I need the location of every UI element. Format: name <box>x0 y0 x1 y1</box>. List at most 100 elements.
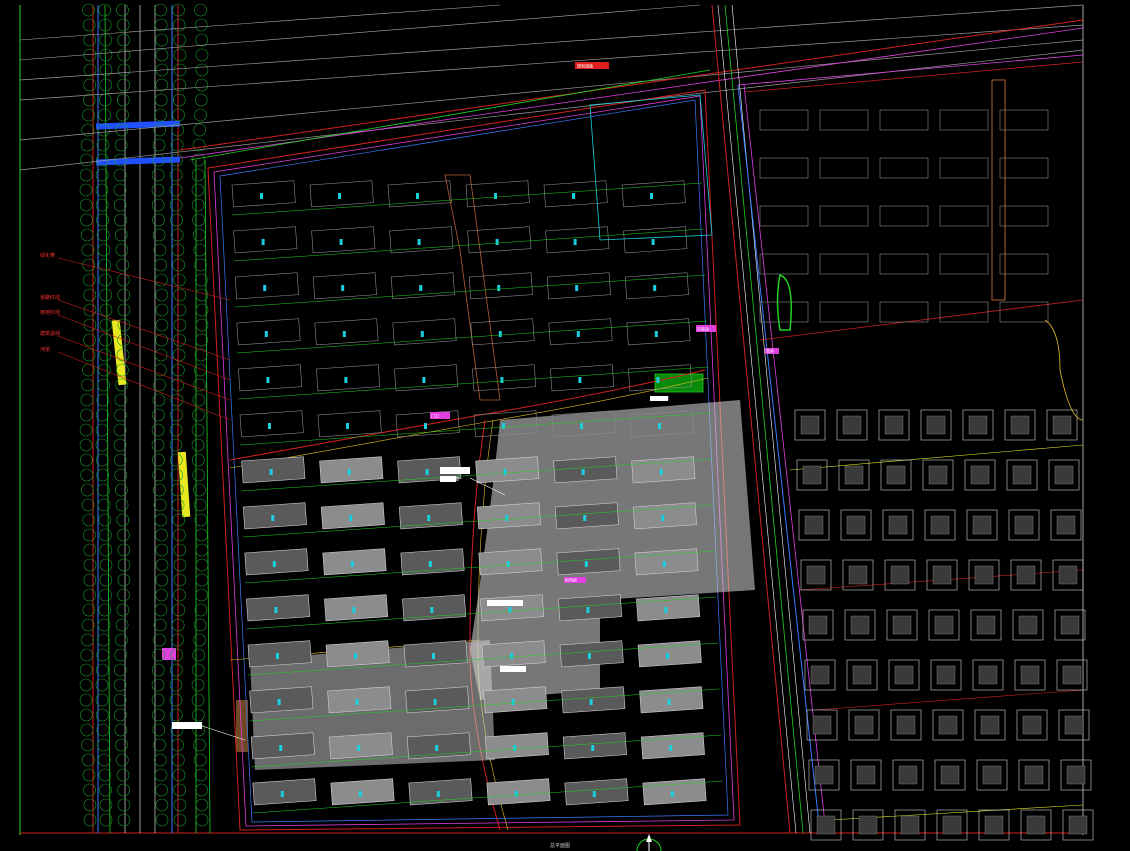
unit-entrance-marker <box>670 791 674 797</box>
unit-entrance-marker <box>433 699 437 705</box>
villa-core <box>936 665 956 685</box>
villa-core <box>982 765 1002 785</box>
building-footprint <box>402 594 467 622</box>
villa-core <box>1016 565 1036 585</box>
villa-core <box>850 615 870 635</box>
unit-entrance-marker <box>661 515 665 521</box>
villa-core <box>856 765 876 785</box>
building-footprint <box>400 548 465 576</box>
unit-entrance-marker <box>497 285 501 291</box>
villa-core <box>808 615 828 635</box>
villa-core <box>1058 565 1078 585</box>
white-tag-5: 地下车库 <box>651 395 669 402</box>
building-footprint <box>483 686 548 714</box>
white-tag-2: 主出入口 <box>489 600 507 607</box>
building-footprint <box>249 686 314 714</box>
villa-core <box>1024 765 1044 785</box>
unit-entrance-marker <box>664 607 668 613</box>
unit-entrance-marker <box>338 193 341 199</box>
cad-site-plan-canvas: 绿化带 道路红线 用地红线 建筑退线 河道 出入口 消防通道 主出入口 停车场 … <box>0 0 1130 851</box>
callout-label-3: 建筑退线 <box>40 330 60 337</box>
unit-entrance-marker <box>354 653 357 659</box>
villa-core <box>852 665 872 685</box>
unit-entrance-marker <box>416 193 419 199</box>
unit-entrance-marker <box>666 653 669 659</box>
unit-entrance-marker <box>503 469 507 475</box>
unit-entrance-marker <box>280 791 284 797</box>
villa-core <box>890 565 910 585</box>
unit-entrance-marker <box>508 607 512 613</box>
unit-entrance-marker <box>514 791 518 797</box>
unit-entrance-marker <box>589 699 593 705</box>
villa-core <box>942 815 962 835</box>
unit-entrance-marker <box>263 285 267 291</box>
magenta-tag-0: 规划道路 <box>577 63 593 69</box>
villa-core <box>848 565 868 585</box>
unit-entrance-marker <box>510 653 513 659</box>
unit-entrance-marker <box>428 561 432 567</box>
unit-entrance-marker <box>422 377 426 383</box>
unit-entrance-marker <box>274 607 278 613</box>
building-footprint <box>398 502 463 530</box>
unit-entrance-marker <box>576 331 580 337</box>
unit-entrance-marker <box>651 239 655 245</box>
building-footprint <box>252 778 317 806</box>
unit-entrance-marker <box>435 745 439 751</box>
villa-core <box>814 765 834 785</box>
unit-entrance-marker <box>260 193 263 199</box>
unit-entrance-marker <box>276 653 279 659</box>
unit-entrance-marker <box>505 515 509 521</box>
villa-core <box>846 515 866 535</box>
villa-core <box>940 765 960 785</box>
villa-core <box>896 715 916 735</box>
unit-entrance-marker <box>667 699 671 705</box>
villa-core <box>1022 715 1042 735</box>
building-footprint <box>559 640 624 668</box>
building-footprint <box>244 548 309 576</box>
unit-entrance-marker <box>261 239 265 245</box>
magenta-tag-3: 垃圾站 <box>697 326 709 332</box>
villa-core <box>894 665 914 685</box>
unit-entrance-marker <box>498 331 502 337</box>
unit-entrance-marker <box>430 607 434 613</box>
unit-entrance-marker <box>420 331 424 337</box>
unit-entrance-marker <box>264 331 268 337</box>
building-footprint <box>327 686 392 714</box>
villa-core <box>898 765 918 785</box>
unit-entrance-marker <box>581 469 585 475</box>
villa-core <box>1054 465 1074 485</box>
unit-entrance-marker <box>271 515 275 521</box>
villa-core <box>926 415 946 435</box>
building-footprint <box>405 686 470 714</box>
building-footprint <box>478 548 543 576</box>
villa-core <box>970 465 990 485</box>
building-footprint <box>562 732 627 760</box>
villa-core <box>984 815 1004 835</box>
unit-entrance-marker <box>417 239 421 245</box>
villa-core <box>844 465 864 485</box>
unit-entrance-marker <box>654 331 658 337</box>
villa-core <box>932 565 952 585</box>
villa-core <box>928 465 948 485</box>
unit-entrance-marker <box>355 699 359 705</box>
unit-entrance-marker <box>342 331 346 337</box>
unit-entrance-marker <box>357 745 361 751</box>
villa-core <box>804 515 824 535</box>
building-footprint <box>476 502 541 530</box>
building-footprint <box>328 732 393 760</box>
unit-entrance-marker <box>669 745 673 751</box>
villa-core <box>842 415 862 435</box>
unit-entrance-marker <box>495 239 499 245</box>
unit-entrance-marker <box>269 469 273 475</box>
villa-core <box>1062 665 1082 685</box>
unit-entrance-marker <box>584 561 588 567</box>
building-footprint <box>480 594 545 622</box>
villa-core <box>1066 765 1086 785</box>
building-footprint <box>558 594 623 622</box>
villa-core <box>858 815 878 835</box>
unit-entrance-marker <box>591 745 595 751</box>
building-footprint <box>324 594 389 622</box>
building-footprint <box>403 640 468 668</box>
villa-core <box>806 565 826 585</box>
building-footprint <box>564 778 629 806</box>
